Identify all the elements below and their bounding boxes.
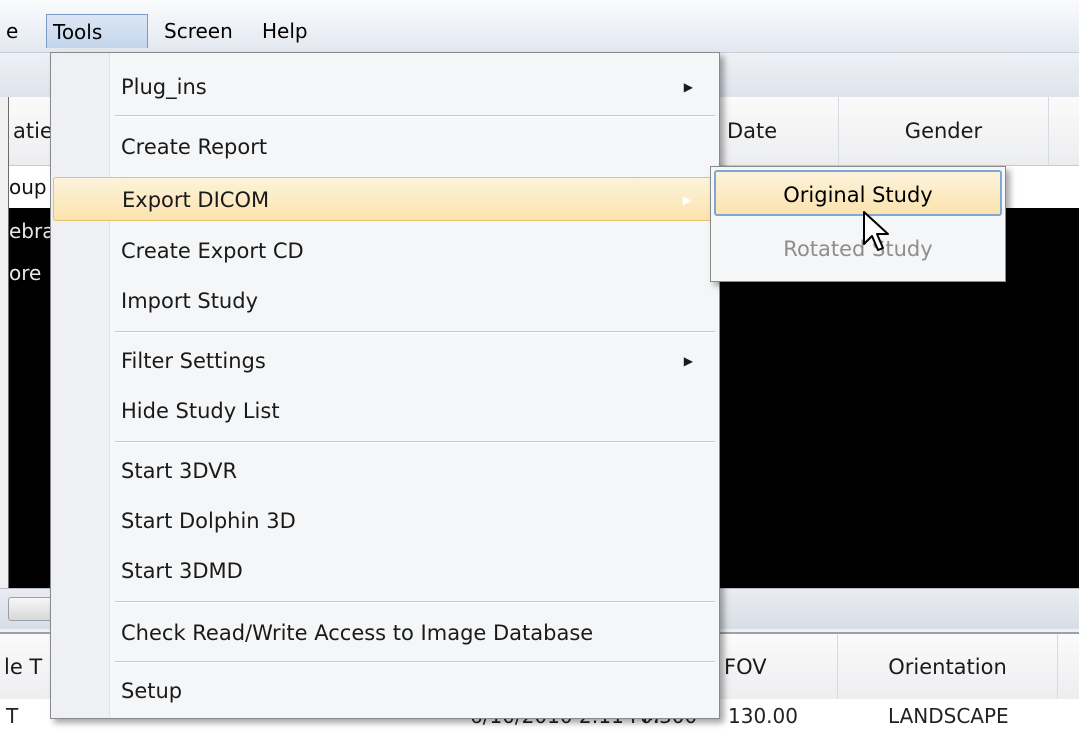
submenu-item-original-study[interactable]: Original Study bbox=[714, 170, 1002, 216]
menu-item-start-3dvr[interactable]: Start 3DVR bbox=[53, 449, 717, 493]
menu-item-label: Check Read/Write Access to Image Databas… bbox=[121, 621, 594, 645]
row-cell-orientation: LANDSCAPE bbox=[888, 704, 1009, 728]
menu-item-label: Create Report bbox=[121, 135, 268, 159]
column-header-fov[interactable]: FOV bbox=[718, 634, 838, 700]
row-cell-type: T bbox=[6, 704, 19, 728]
menu-separator bbox=[115, 441, 715, 443]
menu-separator bbox=[115, 115, 715, 117]
menu-item-plug-ins[interactable]: Plug_ins ▶ bbox=[53, 65, 717, 109]
menu-item-hide-study-list[interactable]: Hide Study List bbox=[53, 389, 717, 433]
tools-menu: Plug_ins ▶ Create Report Export DICOM ▶ … bbox=[50, 52, 720, 719]
menu-item-start-dolphin-3d[interactable]: Start Dolphin 3D bbox=[53, 499, 717, 543]
scrollbar-thumb[interactable] bbox=[8, 597, 52, 621]
menu-item-label: Create Export CD bbox=[121, 239, 304, 263]
menu-help[interactable]: Help bbox=[256, 14, 314, 48]
menu-tools[interactable]: Tools bbox=[46, 14, 148, 48]
menu-item-label: Start 3DVR bbox=[121, 459, 238, 483]
menu-item-check-read-write-access[interactable]: Check Read/Write Access to Image Databas… bbox=[53, 611, 717, 655]
export-dicom-submenu: Original Study Rotated Study bbox=[710, 166, 1006, 282]
triangle-right-icon: ▶ bbox=[683, 354, 693, 368]
row-cell: ore bbox=[9, 261, 42, 285]
menu-item-start-3dmd[interactable]: Start 3DMD bbox=[53, 549, 717, 593]
menu-item-create-export-cd[interactable]: Create Export CD bbox=[53, 229, 717, 273]
row-cell-fov: 130.00 bbox=[728, 704, 798, 728]
menu-item-export-dicom[interactable]: Export DICOM ▶ bbox=[53, 177, 717, 221]
menu-item-label: Start Dolphin 3D bbox=[121, 509, 296, 533]
menu-item-label: Setup bbox=[121, 679, 183, 703]
column-header-gender[interactable]: Gender bbox=[839, 97, 1049, 165]
menu-separator bbox=[115, 661, 715, 663]
menu-item-label: Filter Settings bbox=[121, 349, 266, 373]
menu-item-filter-settings[interactable]: Filter Settings ▶ bbox=[53, 339, 717, 383]
submenu-item-rotated-study[interactable]: Rotated Study bbox=[714, 226, 1002, 272]
menu-item-label: Export DICOM bbox=[122, 188, 270, 212]
menu-bar: e Tools Screen Help bbox=[0, 0, 1079, 53]
row-cell: oup bbox=[9, 175, 47, 199]
menu-item-label: Import Study bbox=[121, 289, 259, 313]
menu-item-label: Start 3DMD bbox=[121, 559, 243, 583]
mouse-pointer-icon bbox=[863, 211, 889, 251]
triangle-right-icon: ▶ bbox=[683, 80, 693, 94]
menu-separator bbox=[115, 601, 715, 603]
menu-item-import-study[interactable]: Import Study bbox=[53, 279, 717, 323]
menu-file[interactable]: e bbox=[0, 14, 24, 48]
menu-separator bbox=[115, 331, 715, 333]
menu-item-create-report[interactable]: Create Report bbox=[53, 125, 717, 169]
triangle-right-icon: ▶ bbox=[682, 193, 692, 207]
menu-item-setup[interactable]: Setup bbox=[53, 669, 717, 713]
column-header-date[interactable]: Date bbox=[719, 97, 839, 165]
menu-screen[interactable]: Screen bbox=[158, 14, 239, 48]
row-cell: ebra bbox=[9, 219, 55, 243]
column-header-orientation[interactable]: Orientation bbox=[838, 634, 1058, 700]
menu-item-label: Hide Study List bbox=[121, 399, 280, 423]
menu-item-label: Plug_ins bbox=[121, 75, 207, 99]
